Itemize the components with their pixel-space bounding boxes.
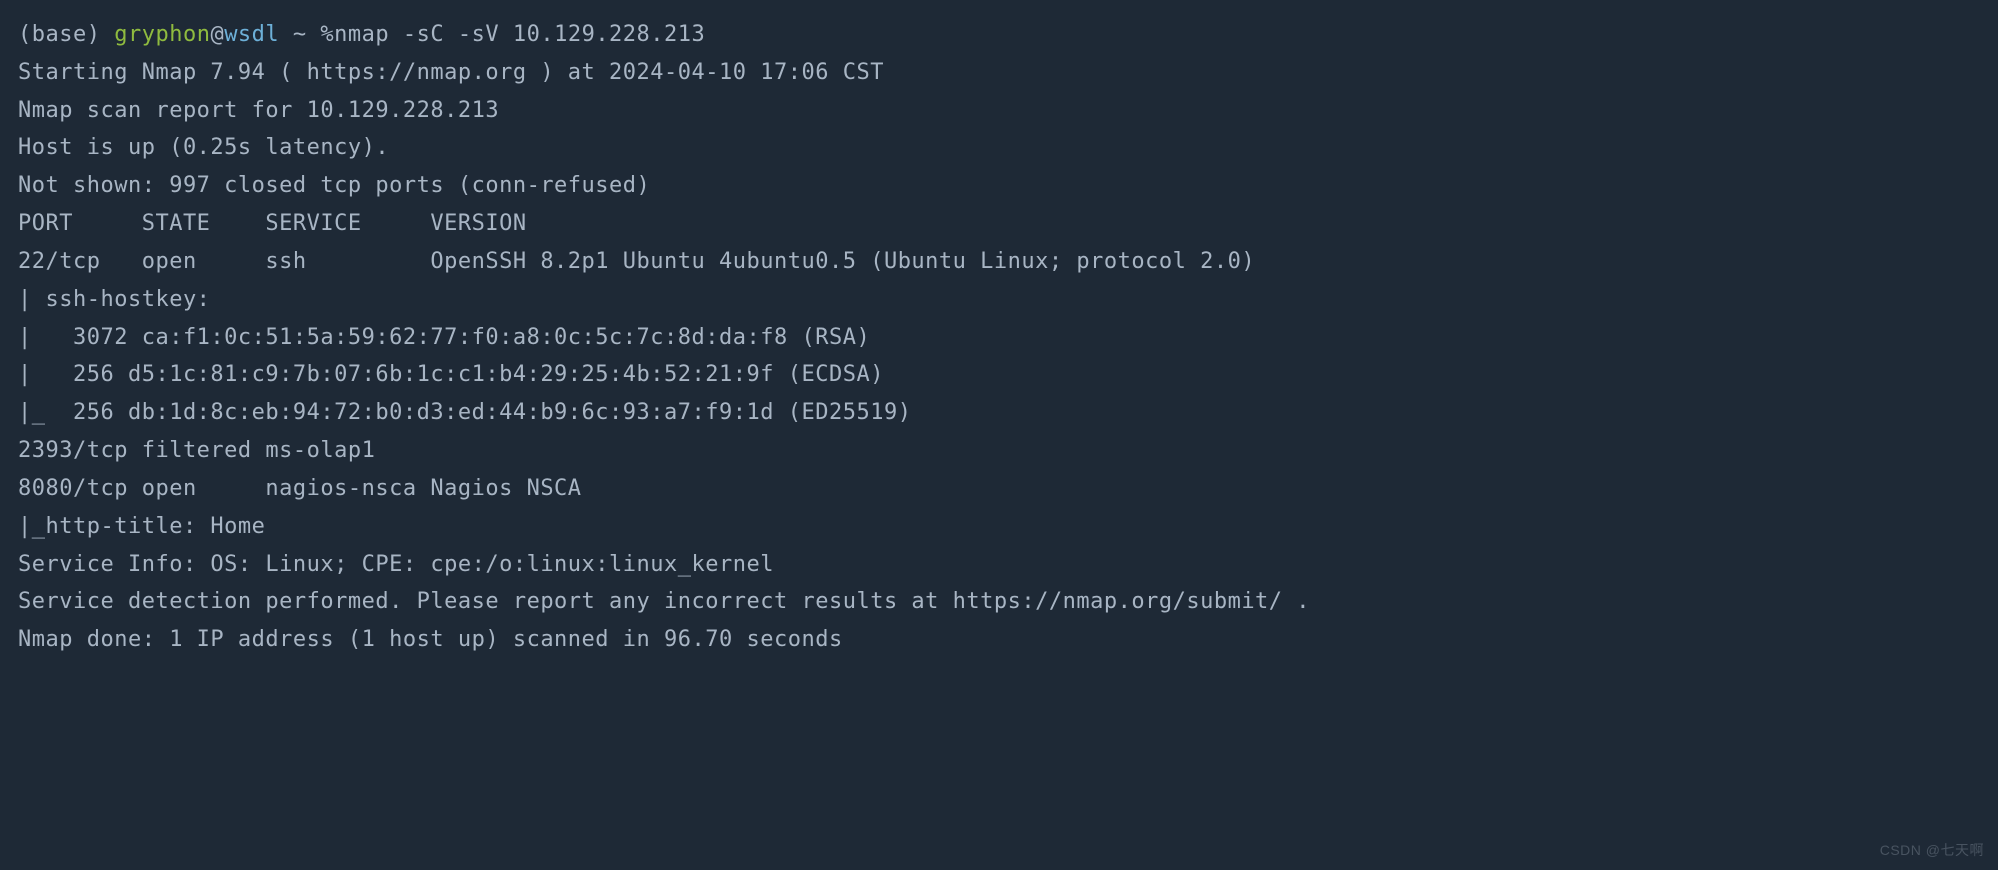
prompt-user: gryphon <box>114 22 210 47</box>
output-line: 22/tcp open ssh OpenSSH 8.2p1 Ubuntu 4ub… <box>18 243 1980 281</box>
output-line: Nmap done: 1 IP address (1 host up) scan… <box>18 621 1980 659</box>
prompt-at: @ <box>210 22 224 47</box>
prompt-line: (base) gryphon@wsdl ~ %nmap -sC -sV 10.1… <box>18 16 1980 54</box>
output-line: | ssh-hostkey: <box>18 281 1980 319</box>
output-line: | 256 d5:1c:81:c9:7b:07:6b:1c:c1:b4:29:2… <box>18 356 1980 394</box>
prompt-env: (base) <box>18 22 114 47</box>
output-line: 2393/tcp filtered ms-olap1 <box>18 432 1980 470</box>
output-line: Starting Nmap 7.94 ( https://nmap.org ) … <box>18 54 1980 92</box>
output-line: 8080/tcp open nagios-nsca Nagios NSCA <box>18 470 1980 508</box>
prompt-host: wsdl <box>224 22 279 47</box>
prompt-path: ~ % <box>279 22 334 47</box>
terminal-window[interactable]: (base) gryphon@wsdl ~ %nmap -sC -sV 10.1… <box>18 16 1980 659</box>
output-line: Service detection performed. Please repo… <box>18 583 1980 621</box>
output-line: Nmap scan report for 10.129.228.213 <box>18 92 1980 130</box>
output-line: |_http-title: Home <box>18 508 1980 546</box>
output-line: Service Info: OS: Linux; CPE: cpe:/o:lin… <box>18 546 1980 584</box>
output-line: Host is up (0.25s latency). <box>18 129 1980 167</box>
output-line: |_ 256 db:1d:8c:eb:94:72:b0:d3:ed:44:b9:… <box>18 394 1980 432</box>
output-line: | 3072 ca:f1:0c:51:5a:59:62:77:f0:a8:0c:… <box>18 319 1980 357</box>
watermark: CSDN @七天啊 <box>1880 838 1984 862</box>
command-text: nmap -sC -sV 10.129.228.213 <box>334 22 705 47</box>
output-line: PORT STATE SERVICE VERSION <box>18 205 1980 243</box>
output-line: Not shown: 997 closed tcp ports (conn-re… <box>18 167 1980 205</box>
